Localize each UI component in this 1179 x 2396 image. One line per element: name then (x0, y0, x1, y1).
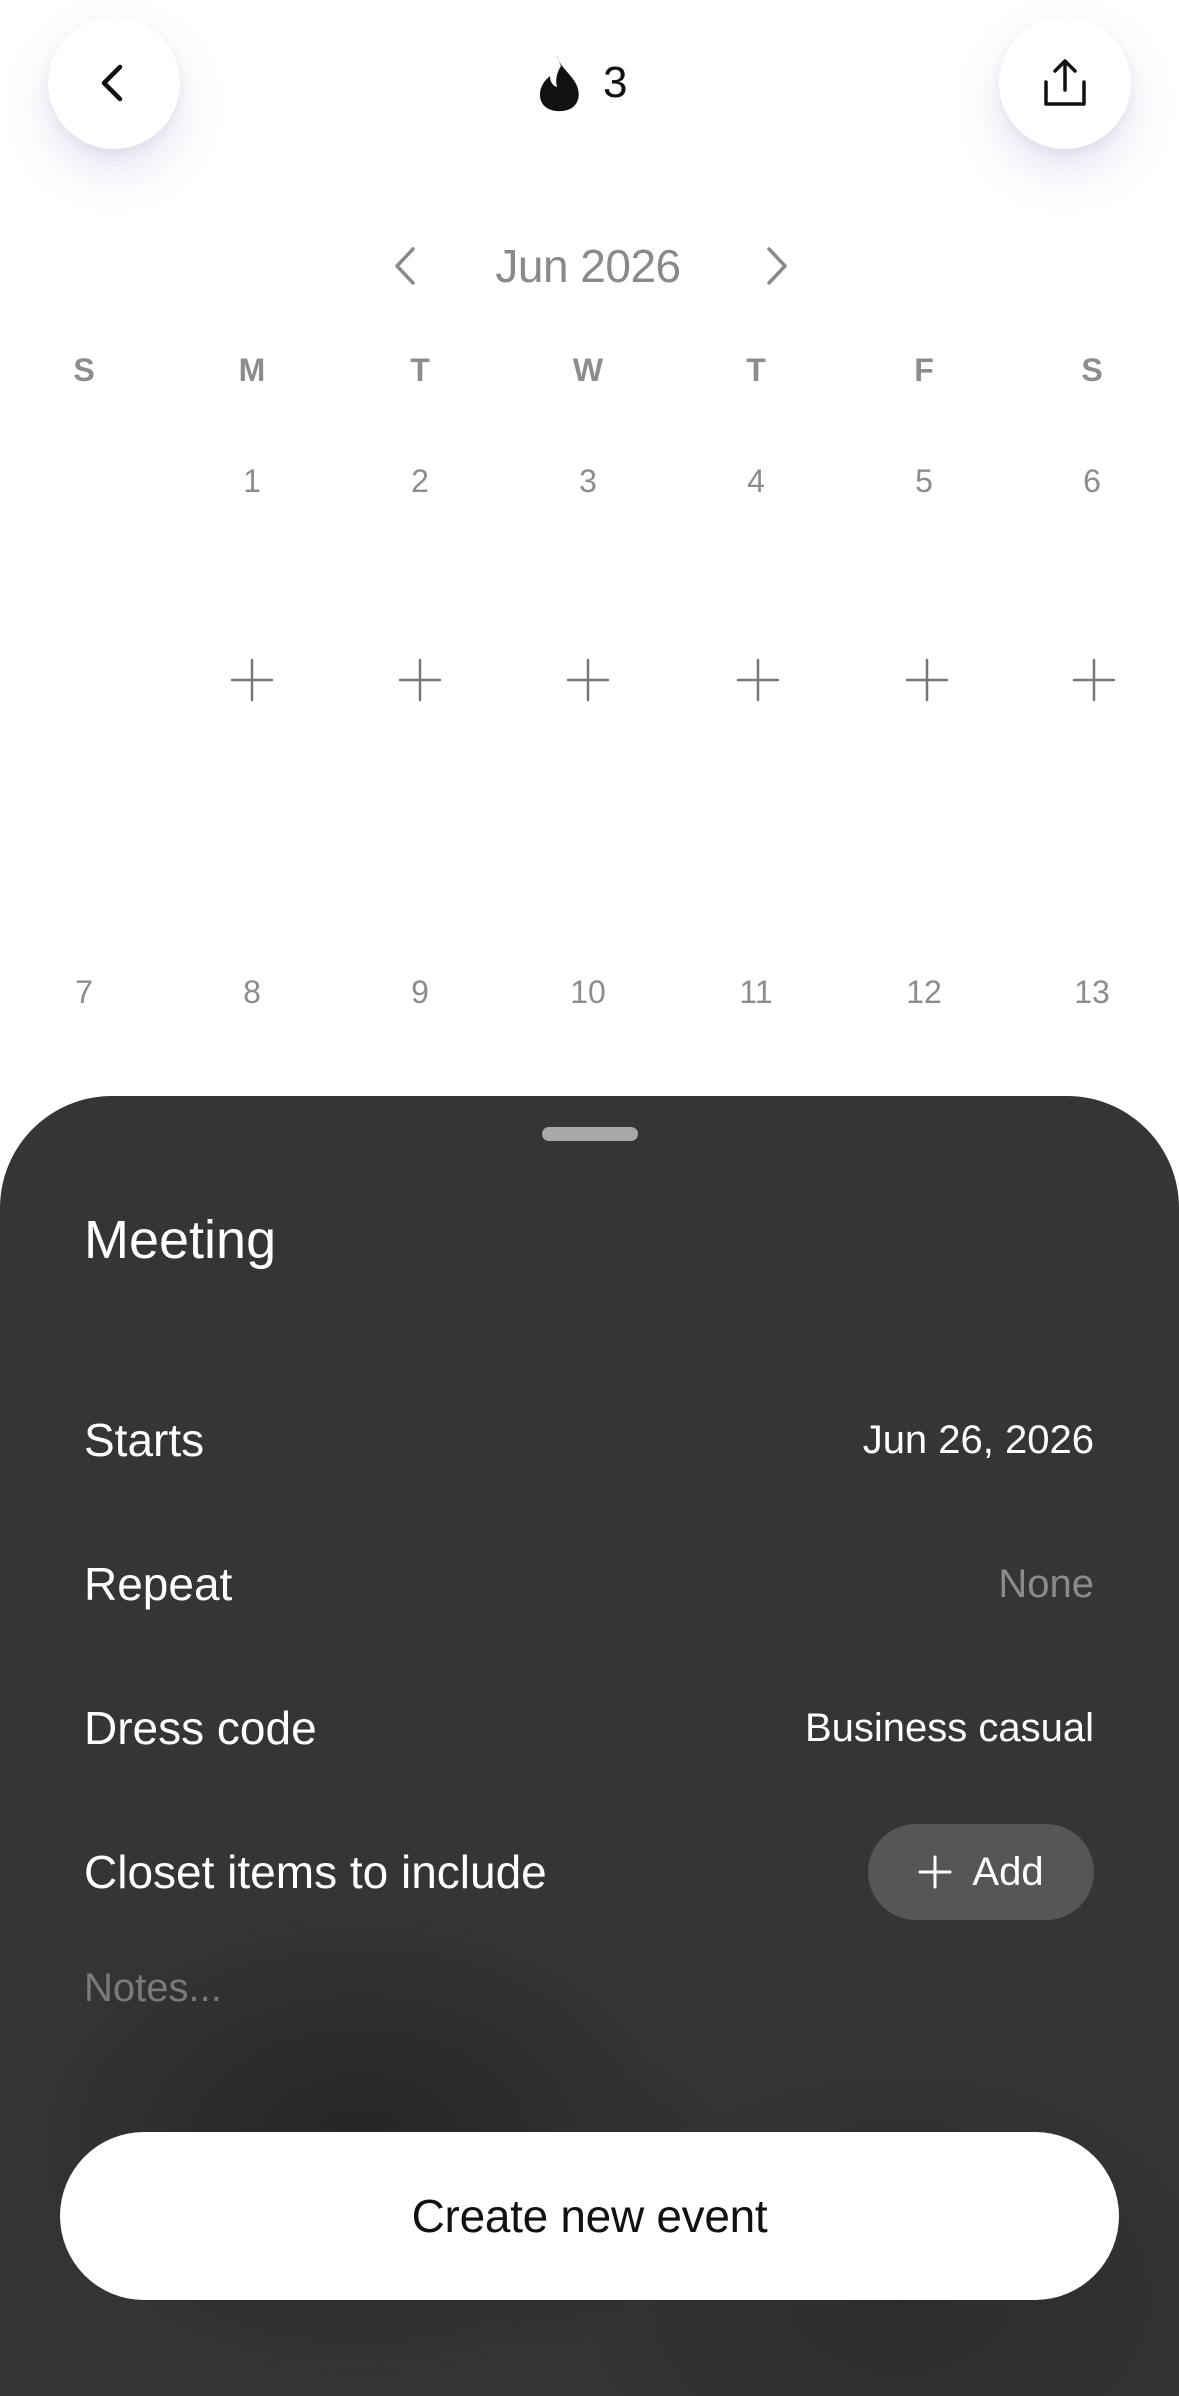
weekday-saturday: S (1081, 352, 1103, 388)
chevron-right-icon (767, 247, 787, 285)
chevron-left-icon (395, 247, 415, 285)
calendar-day[interactable]: 9 (360, 970, 480, 1014)
calendar-day[interactable]: 12 (864, 970, 984, 1014)
event-title[interactable]: Meeting (84, 1208, 276, 1273)
calendar-day[interactable]: 10 (528, 970, 648, 1014)
add-button-label: Add (972, 1849, 1044, 1894)
plus-icon (1072, 658, 1116, 702)
plus-icon (230, 658, 274, 702)
dress-code-value[interactable]: Business casual (805, 1688, 1094, 1768)
add-outfit-button[interactable] (528, 648, 648, 712)
repeat-label: Repeat (84, 1558, 233, 1610)
streak-indicator: 3 (537, 50, 627, 116)
calendar-day[interactable]: 13 (1032, 970, 1152, 1014)
add-outfit-button[interactable] (698, 648, 818, 712)
add-outfit-button[interactable] (192, 648, 312, 712)
calendar-day[interactable]: 2 (360, 459, 480, 503)
repeat-row[interactable]: Repeat None (84, 1544, 1094, 1624)
plus-icon (398, 658, 442, 702)
closet-items-label: Closet items to include (84, 1846, 547, 1898)
calendar-day[interactable]: 3 (528, 459, 648, 503)
add-outfit-button[interactable] (867, 648, 987, 712)
starts-row[interactable]: Starts Jun 26, 2026 (84, 1400, 1094, 1480)
calendar-screen: 3 Jun 2026 S M T W T F S 1 2 3 4 5 6 7 8… (0, 0, 1179, 2396)
calendar-week-row: 1 2 3 4 5 6 (0, 459, 1179, 503)
notes-field[interactable]: Notes... (84, 1948, 1094, 2028)
repeat-value[interactable]: None (998, 1544, 1094, 1624)
starts-value[interactable]: Jun 26, 2026 (863, 1400, 1094, 1480)
plus-icon (905, 658, 949, 702)
weekday-tuesday: T (410, 352, 430, 388)
add-outfit-button[interactable] (1034, 648, 1154, 712)
calendar-day[interactable]: 7 (24, 970, 144, 1014)
dress-code-label: Dress code (84, 1702, 317, 1754)
starts-label: Starts (84, 1414, 205, 1466)
calendar-day[interactable]: 5 (864, 459, 984, 503)
add-outfit-button[interactable] (360, 648, 480, 712)
plus-icon (566, 658, 610, 702)
plus-icon (736, 658, 780, 702)
next-month-button[interactable] (749, 238, 805, 294)
weekday-monday: M (238, 352, 266, 388)
weekday-friday: F (914, 352, 934, 388)
add-closet-item-button[interactable]: Add (868, 1824, 1094, 1920)
weekday-wednesday: W (572, 352, 604, 388)
calendar-day[interactable]: 6 (1032, 459, 1152, 503)
sheet-grabber-handle[interactable] (542, 1127, 638, 1141)
chevron-left-icon (101, 64, 123, 102)
closet-items-row: Closet items to include Add (84, 1824, 1094, 1920)
event-bottom-sheet: Meeting Starts Jun 26, 2026 Repeat None … (0, 1096, 1179, 2396)
month-label: Jun 2026 (495, 240, 681, 292)
weekday-sunday: S (73, 352, 95, 388)
previous-month-button[interactable] (377, 238, 433, 294)
create-event-label: Create new event (411, 2190, 768, 2242)
share-icon (1044, 59, 1086, 106)
flame-icon (539, 55, 579, 112)
calendar-day[interactable]: 11 (696, 970, 816, 1014)
streak-count: 3 (603, 58, 628, 107)
share-button[interactable] (999, 17, 1131, 149)
weekday-header-row: S M T W T F S (0, 348, 1179, 392)
calendar-day[interactable]: 8 (192, 970, 312, 1014)
add-outfit-row (0, 648, 1179, 712)
month-navigation: Jun 2026 (0, 226, 1179, 306)
calendar-week-row: 7 8 9 10 11 12 13 (0, 970, 1179, 1014)
plus-icon (918, 1855, 952, 1889)
back-button[interactable] (48, 17, 180, 149)
weekday-thursday: T (746, 352, 766, 388)
calendar-day[interactable]: 1 (192, 459, 312, 503)
calendar-day[interactable]: 4 (696, 459, 816, 503)
create-event-button[interactable]: Create new event (60, 2132, 1119, 2300)
dress-code-row[interactable]: Dress code Business casual (84, 1688, 1094, 1768)
